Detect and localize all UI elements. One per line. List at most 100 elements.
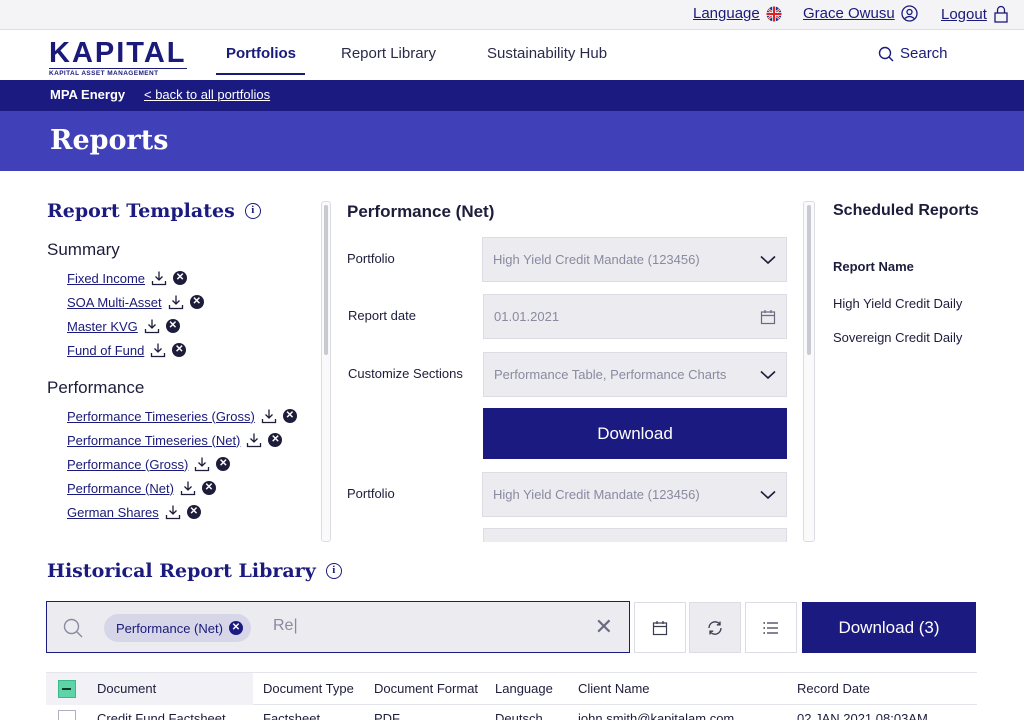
scheduled-report-item[interactable]: High Yield Credit Daily xyxy=(833,296,1013,311)
library-search-input[interactable]: Performance (Net) ✕ Re| ✕ xyxy=(46,601,630,653)
remove-icon[interactable]: ✕ xyxy=(186,505,201,519)
template-item: SOA Multi-Asset ✕ xyxy=(47,290,327,314)
active-tab-indicator xyxy=(216,73,305,75)
cell-document-format: PDF xyxy=(374,711,400,720)
remove-chip-icon[interactable]: ✕ xyxy=(228,621,243,635)
reset-filter-button[interactable] xyxy=(689,602,741,653)
calendar-icon[interactable] xyxy=(760,309,776,325)
report-date-input[interactable]: 01.01.2021 xyxy=(483,294,787,339)
template-link[interactable]: Performance Timeseries (Gross) xyxy=(67,409,255,424)
template-link[interactable]: Fixed Income xyxy=(67,271,145,286)
search-icon xyxy=(63,618,83,638)
clear-search-icon[interactable]: ✕ xyxy=(595,616,613,638)
chevron-down-icon xyxy=(760,370,776,379)
download-icon[interactable] xyxy=(165,504,181,520)
customize-sections-label: Customize Sections xyxy=(348,366,463,381)
template-link[interactable]: Fund of Fund xyxy=(67,343,144,358)
templates-scrollbar[interactable] xyxy=(321,201,331,542)
search-button[interactable]: Search xyxy=(878,45,948,62)
remove-icon[interactable]: ✕ xyxy=(165,319,180,333)
row-checkbox[interactable] xyxy=(58,710,76,720)
tab-report-library[interactable]: Report Library xyxy=(341,45,436,62)
col-language[interactable]: Language xyxy=(495,681,553,696)
template-link[interactable]: Performance Timeseries (Net) xyxy=(67,433,240,448)
user-name: Grace Owusu xyxy=(803,5,895,22)
info-icon[interactable]: i xyxy=(325,563,342,579)
remove-icon[interactable]: ✕ xyxy=(172,343,187,357)
info-icon[interactable]: i xyxy=(244,203,261,219)
col-document[interactable]: Document xyxy=(97,681,156,696)
uk-flag-icon xyxy=(766,6,782,21)
remove-icon[interactable]: ✕ xyxy=(282,409,297,423)
list-view-button[interactable] xyxy=(745,602,797,653)
user-profile-link[interactable]: Grace Owusu xyxy=(803,5,918,22)
remove-icon[interactable]: ✕ xyxy=(268,433,283,447)
download-icon[interactable] xyxy=(246,432,262,448)
scheduled-reports-panel: Scheduled Reports Report Name High Yield… xyxy=(833,200,1013,345)
template-link[interactable]: Performance (Gross) xyxy=(67,457,188,472)
chevron-down-icon xyxy=(760,490,776,499)
form-title: Performance (Net) xyxy=(347,202,495,221)
logo-wordmark: KAPITAL xyxy=(49,37,187,69)
next-field-partial[interactable] xyxy=(483,528,787,542)
template-link[interactable]: Master KVG xyxy=(67,319,138,334)
col-document-format[interactable]: Document Format xyxy=(374,681,478,696)
download-icon[interactable] xyxy=(168,294,184,310)
lock-icon xyxy=(994,5,1008,23)
template-item: Master KVG ✕ xyxy=(47,314,327,338)
report-templates-title: Report Templates xyxy=(47,200,235,222)
download-button[interactable]: Download xyxy=(483,408,787,459)
download-icon[interactable] xyxy=(261,408,277,424)
scrollbar-thumb[interactable] xyxy=(324,205,328,355)
remove-icon[interactable]: ✕ xyxy=(201,481,216,495)
report-date-value: 01.01.2021 xyxy=(494,309,560,324)
user-icon xyxy=(901,5,918,22)
download-icon[interactable] xyxy=(150,342,166,358)
logout-label: Logout xyxy=(941,5,987,23)
page-title: Reports xyxy=(50,125,169,156)
col-client-name[interactable]: Client Name xyxy=(578,681,650,696)
template-link[interactable]: SOA Multi-Asset xyxy=(67,295,162,310)
scrollbar-thumb[interactable] xyxy=(807,205,811,355)
remove-icon[interactable]: ✕ xyxy=(189,295,204,309)
download-icon[interactable] xyxy=(151,270,167,286)
template-item: Performance (Gross) ✕ xyxy=(47,452,327,476)
cell-record-date: 02 JAN 2021 08:03AM xyxy=(797,711,928,720)
report-date-label: Report date xyxy=(348,308,416,323)
language-link[interactable]: Language xyxy=(693,5,782,22)
customize-sections-select[interactable]: Performance Table, Performance Charts xyxy=(483,352,787,397)
kapital-logo[interactable]: KAPITAL KAPITAL ASSET MANAGEMENT xyxy=(49,38,187,78)
select-all-checkbox[interactable] xyxy=(58,680,76,698)
report-form-panel: Performance (Net) Portfolio High Yield C… xyxy=(340,200,800,542)
cell-client-name: john.smith@kapitalam.com xyxy=(578,711,735,720)
download-icon[interactable] xyxy=(194,456,210,472)
logout-link[interactable]: Logout xyxy=(941,5,1009,23)
cell-document-type: Factsheet xyxy=(263,711,321,720)
template-link[interactable]: German Shares xyxy=(67,505,159,520)
download-icon[interactable] xyxy=(144,318,160,334)
scheduled-report-item[interactable]: Sovereign Credit Daily xyxy=(833,330,1013,345)
portfolio-select-2[interactable]: High Yield Credit Mandate (123456) xyxy=(482,472,787,517)
back-to-portfolios-link[interactable]: < back to all portfolios xyxy=(144,87,270,102)
breadcrumb: MPA Energy < back to all portfolios xyxy=(0,80,1024,111)
tab-sustainability-hub[interactable]: Sustainability Hub xyxy=(487,45,607,62)
report-name-header: Report Name xyxy=(833,259,914,274)
cell-document: Credit Fund Factsheet xyxy=(97,711,226,720)
template-item: Fund of Fund ✕ xyxy=(47,338,327,362)
portfolio-select[interactable]: High Yield Credit Mandate (123456) xyxy=(482,237,787,282)
remove-icon[interactable]: ✕ xyxy=(173,271,188,285)
date-filter-button[interactable] xyxy=(634,602,686,653)
search-typed-text: Re| xyxy=(273,617,298,634)
template-group-heading: Performance xyxy=(47,378,145,397)
portfolio-select-2-value: High Yield Credit Mandate (123456) xyxy=(493,487,700,502)
search-icon xyxy=(878,46,894,61)
download-icon[interactable] xyxy=(180,480,196,496)
col-record-date[interactable]: Record Date xyxy=(797,681,870,696)
download-selected-button[interactable]: Download (3) xyxy=(802,602,976,653)
col-document-type[interactable]: Document Type xyxy=(263,681,354,696)
filter-chip: Performance (Net) ✕ xyxy=(104,614,251,642)
form-scrollbar[interactable] xyxy=(803,201,815,542)
remove-icon[interactable]: ✕ xyxy=(216,457,231,471)
tab-portfolios[interactable]: Portfolios xyxy=(226,45,296,62)
template-link[interactable]: Performance (Net) xyxy=(67,481,174,496)
